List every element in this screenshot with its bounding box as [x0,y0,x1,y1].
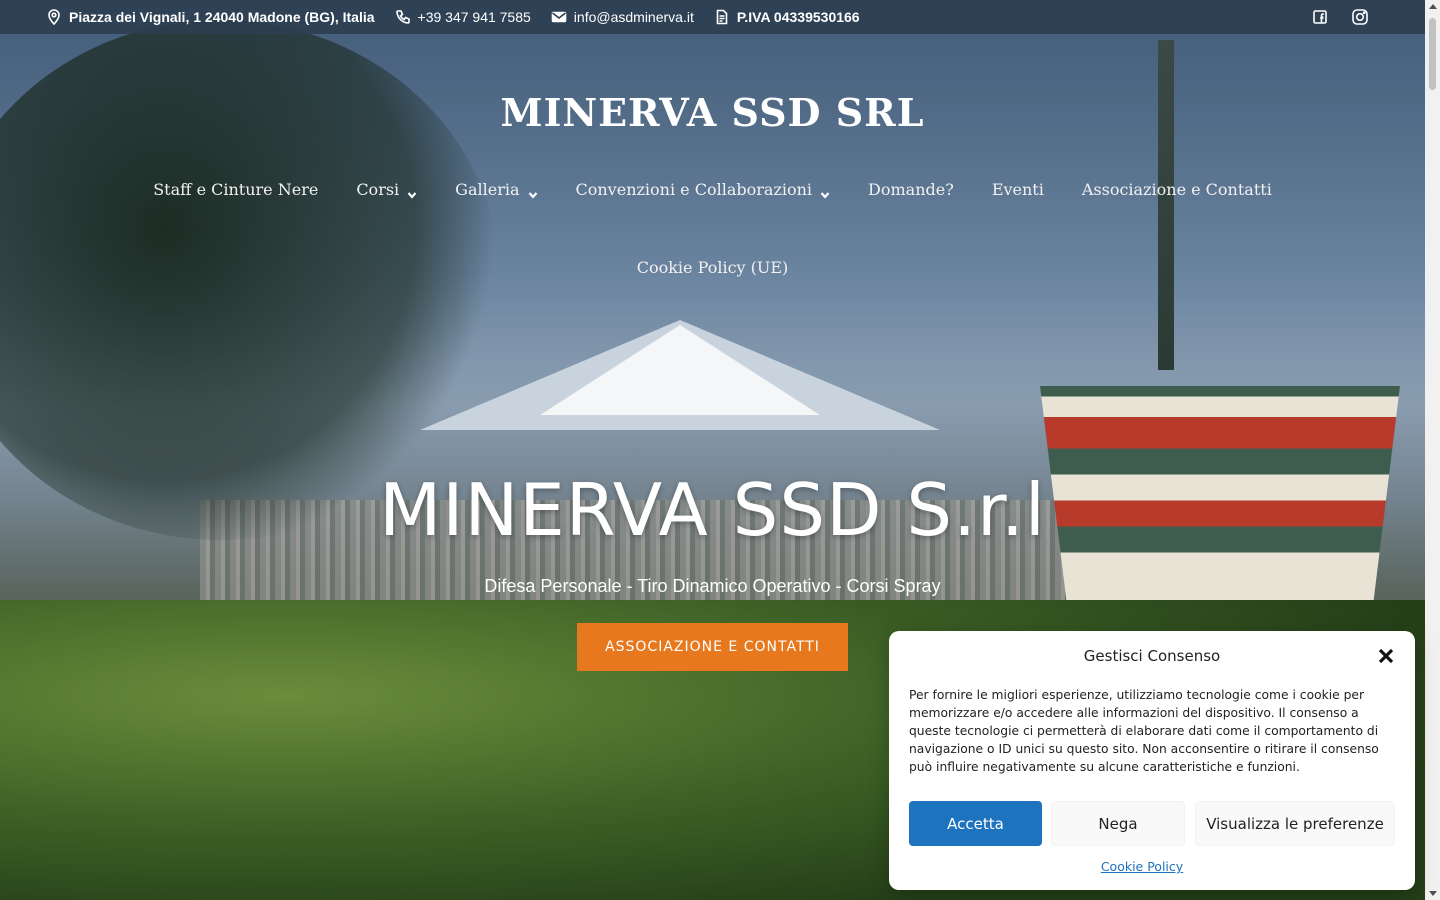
cookie-dialog-title: Gestisci Consenso [1083,647,1221,665]
chevron-down-icon [528,185,538,199]
nav-item-contatti[interactable]: Associazione e Contatti [1063,176,1291,203]
main-nav: Staff e Cinture Nere Corsi Galleria Conv… [0,176,1425,203]
map-pin-icon [48,9,60,25]
scroll-thumb[interactable] [1429,18,1436,90]
social-links [1311,0,1369,34]
nav-item-label: Corsi [356,180,400,199]
facebook-icon[interactable] [1311,8,1329,26]
cookie-consent-dialog: Gestisci Consenso Per fornire le miglior… [889,631,1415,890]
view-preferences-button[interactable]: Visualizza le preferenze [1195,801,1395,846]
hero-title: MINERVA SSD S.r.l [379,468,1046,552]
address-item: Piazza dei Vignali, 1 24040 Madone (BG),… [46,0,375,34]
address-text: Piazza dei Vignali, 1 24040 Madone (BG),… [69,9,375,25]
nav-item-galleria[interactable]: Galleria [436,176,556,203]
vat-text: P.IVA 04339530166 [736,9,860,25]
top-info-bar: Piazza dei Vignali, 1 24040 Madone (BG),… [0,0,1425,34]
nav-item-cookie-policy[interactable]: Cookie Policy (UE) [637,258,789,277]
phone-link[interactable]: +39 347 941 7585 [418,9,531,25]
deny-button[interactable]: Nega [1051,801,1185,846]
nav-item-domande[interactable]: Domande? [849,176,973,203]
chevron-down-icon [820,185,830,199]
email-item[interactable]: info@asdminerva.it [551,0,694,34]
close-icon[interactable] [1377,647,1395,665]
site-title[interactable]: MINERVA SSD SRL [0,90,1425,135]
page-scrollbar[interactable] [1425,0,1440,900]
nav-item-label: Associazione e Contatti [1081,180,1272,199]
nav-item-eventi[interactable]: Eventi [973,176,1063,203]
instagram-icon[interactable] [1351,8,1369,26]
cookie-policy-link[interactable]: Cookie Policy [889,859,1395,874]
vat-item: P.IVA 04339530166 [714,0,860,34]
mountain-snow [540,325,820,415]
scroll-down-arrow-icon[interactable] [1429,891,1437,896]
nav-item-label: Domande? [868,180,954,199]
chevron-down-icon [407,185,417,199]
phone-item[interactable]: +39 347 941 7585 [395,0,531,34]
mail-icon [551,11,567,23]
accept-button[interactable]: Accetta [909,801,1042,846]
secondary-nav-row: Cookie Policy (UE) [0,258,1425,278]
email-link[interactable]: info@asdminerva.it [574,9,694,25]
hero-subtitle: Difesa Personale - Tiro Dinamico Operati… [484,576,941,596]
document-icon [716,9,728,25]
nav-item-label: Galleria [455,180,520,199]
nav-item-staff[interactable]: Staff e Cinture Nere [134,176,337,203]
scroll-up-arrow-icon[interactable] [1429,4,1437,9]
nav-item-convenzioni[interactable]: Convenzioni e Collaborazioni [557,176,850,203]
nav-item-corsi[interactable]: Corsi [337,176,436,203]
nav-item-label: Convenzioni e Collaborazioni [575,180,813,199]
contact-cta-button[interactable]: ASSOCIAZIONE E CONTATTI [577,623,848,671]
nav-item-label: Eventi [991,180,1044,199]
nav-item-label: Staff e Cinture Nere [153,180,319,199]
phone-icon [395,10,410,24]
cookie-dialog-text: Per fornire le migliori esperienze, util… [909,688,1379,774]
